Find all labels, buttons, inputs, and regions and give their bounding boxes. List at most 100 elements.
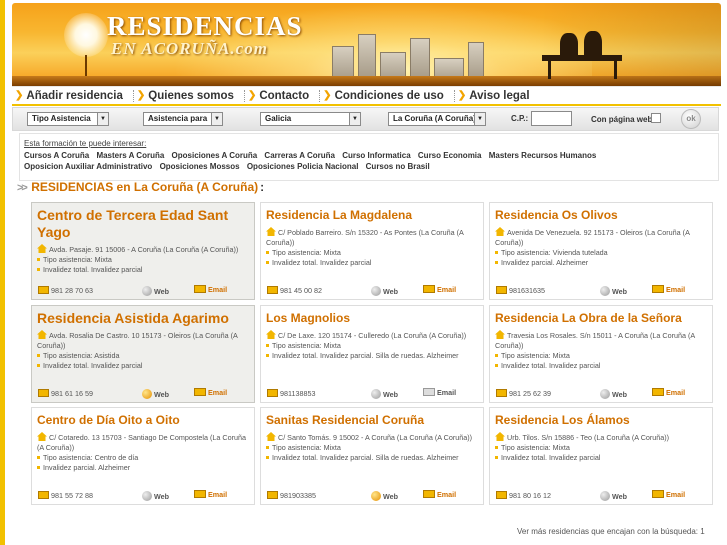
dandelion-icon: [64, 13, 108, 57]
residence-title[interactable]: Residencia Os Olivos: [495, 207, 707, 224]
formacion-title[interactable]: Esta formación te puede interesar:: [24, 139, 714, 148]
phone-icon: [38, 389, 49, 397]
residence-type: Tipo asistencia: Mixta: [266, 443, 478, 453]
email-link[interactable]: Email: [194, 388, 227, 397]
formacion-link[interactable]: Cursos no Brasil: [366, 162, 430, 171]
email-link[interactable]: Email: [652, 285, 685, 294]
web-link[interactable]: Web: [371, 491, 398, 501]
residence-type: Tipo asistencia: Mixta: [37, 255, 249, 265]
formacion-link[interactable]: Oposiciones Mossos: [160, 162, 240, 171]
arrow-icon: ❯: [457, 90, 467, 101]
formacion-link[interactable]: Oposiciones A Coruña: [172, 151, 258, 160]
more-results-text[interactable]: Ver más residencias que encajan con la b…: [517, 527, 705, 536]
globe-icon: [600, 389, 610, 399]
residence-conditions: Invalidez total. Invalidez parcial: [37, 361, 249, 371]
residence-title[interactable]: Centro de Tercera Edad Sant Yago: [37, 207, 249, 241]
residence-title[interactable]: Los Magnolios: [266, 310, 478, 327]
email-link[interactable]: Email: [423, 285, 456, 294]
house-icon: [266, 227, 276, 236]
menu-contacto[interactable]: ❯ Contacto: [245, 90, 319, 102]
web-link[interactable]: Web: [600, 491, 627, 501]
search-bar: Tipo Asistencia ▼ Asistencia para ▼ Galici…: [12, 107, 719, 131]
globe-icon: [371, 389, 381, 399]
page: RESIDENCIAS EN ACORUÑA.com ❯ Añadir resid…: [8, 0, 721, 106]
email-link[interactable]: Email: [194, 490, 227, 499]
residence-address: Urb. Tilos. S/n 15886 - Teo (La Coruña (…: [495, 432, 707, 443]
globe-icon: [600, 286, 610, 296]
residence-phone: 981 61 16 59: [38, 389, 93, 398]
formacion-link[interactable]: Oposicion Auxiliar Administrativo: [24, 162, 152, 171]
envelope-icon: [652, 388, 664, 396]
arrow-icon: ❯: [247, 90, 257, 101]
menu-anadir-residencia[interactable]: ❯ Añadir residencia: [12, 90, 133, 102]
web-link[interactable]: Web: [600, 389, 627, 399]
residence-type: Tipo asistencia: Mixta: [266, 248, 478, 258]
chevron-down-icon: ▼: [474, 113, 485, 125]
envelope-icon: [652, 285, 664, 293]
residence-title[interactable]: Sanitas Residencial Coruña: [266, 412, 478, 429]
formacion-link[interactable]: Masters A Coruña: [96, 151, 164, 160]
formacion-link[interactable]: Curso Economia: [418, 151, 482, 160]
web-link[interactable]: Web: [142, 389, 169, 399]
email-link[interactable]: Email: [652, 388, 685, 397]
residence-address: Avda. Pasaje. 91 15006 - A Coruña (La Co…: [37, 244, 249, 255]
residence-address: Avda. Rosalia De Castro. 10 15173 - Olei…: [37, 330, 238, 350]
residence-conditions: Invalidez total. Invalidez parcial. Sill…: [266, 351, 478, 361]
residence-phone: 981631635: [496, 286, 545, 295]
web-filter-label: Con página web: [591, 115, 653, 124]
residence-card: Residencia Os Olivos Avenida De Venezuel…: [489, 202, 713, 300]
menu-condiciones-de-uso[interactable]: ❯ Condiciones de uso: [320, 90, 454, 102]
house-icon: [495, 432, 505, 441]
email-link[interactable]: Email: [652, 490, 685, 499]
web-filter-checkbox[interactable]: [651, 113, 661, 123]
residence-title[interactable]: Residencia Los Álamos: [495, 412, 707, 429]
person-silhouette: [560, 33, 578, 59]
envelope-icon: [423, 388, 435, 396]
formacion-link[interactable]: Cursos A Coruña: [24, 151, 89, 160]
residence-card: Los Magnolios C/ De Laxe. 120 15174 - Cu…: [260, 305, 484, 403]
residence-title[interactable]: Centro de Día Oito a Oito: [37, 412, 249, 429]
arrow-icon: ❯: [136, 90, 146, 101]
residence-title[interactable]: Residencia La Obra de la Señora: [495, 310, 707, 327]
residence-title[interactable]: Residencia Asistida Agarimo: [37, 310, 249, 327]
web-link[interactable]: Web: [371, 389, 398, 399]
residence-phone: 981 45 00 82: [267, 286, 322, 295]
house-icon: [37, 330, 47, 339]
region-select[interactable]: Galicia ▼: [260, 112, 361, 126]
menu-quienes-somos[interactable]: ❯ Quienes somos: [134, 90, 244, 102]
email-link[interactable]: Email: [194, 285, 227, 294]
formacion-link[interactable]: Oposiciones Policia Nacional: [247, 162, 359, 171]
web-link[interactable]: Web: [142, 491, 169, 501]
residence-card: Residencia La Obra de la Señora Travesia…: [489, 305, 713, 403]
formacion-link[interactable]: Curso Informatica: [342, 151, 410, 160]
chevron-down-icon: ▼: [211, 113, 222, 125]
residence-footer: 981 28 70 63 Web Email: [38, 285, 248, 297]
asistencia-para-select[interactable]: Asistencia para ▼: [143, 112, 223, 126]
globe-icon: [142, 286, 152, 296]
residence-footer: 981 45 00 82 Web Email: [267, 285, 477, 297]
site-logo[interactable]: RESIDENCIAS EN ACORUÑA.com: [107, 13, 303, 59]
residence-type: Tipo asistencia: Mixta: [495, 443, 707, 453]
residence-card: Centro de Tercera Edad Sant Yago Avda. P…: [31, 202, 255, 300]
residence-card: Centro de Día Oito a Oito C/ Cotaredo. 1…: [31, 407, 255, 505]
residence-type: Tipo asistencia: Centro de día: [37, 453, 249, 463]
cp-input[interactable]: [531, 111, 572, 126]
formacion-link[interactable]: Carreras A Coruña: [264, 151, 335, 160]
residence-conditions: Invalidez parcial. Alzheimer: [37, 463, 249, 473]
tipo-asistencia-select[interactable]: Tipo Asistencia ▼: [27, 112, 109, 126]
formacion-link[interactable]: Masters Recursos Humanos: [489, 151, 597, 160]
residence-conditions: Invalidez total. Invalidez parcial: [495, 361, 707, 371]
web-link[interactable]: Web: [142, 286, 169, 296]
phone-icon: [38, 286, 49, 294]
email-link[interactable]: Email: [423, 490, 456, 499]
province-select[interactable]: La Coruña (A Coruña) ▼: [388, 112, 486, 126]
residence-conditions: Invalidez total. Invalidez parcial: [37, 265, 249, 275]
arrow-icon: ❯: [323, 90, 332, 101]
residence-title[interactable]: Residencia La Magdalena: [266, 207, 478, 224]
email-link[interactable]: Email: [423, 388, 456, 397]
web-link[interactable]: Web: [600, 286, 627, 296]
residence-footer: 981 25 62 39 Web Email: [496, 388, 706, 400]
web-link[interactable]: Web: [371, 286, 398, 296]
menu-aviso-legal[interactable]: ❯ Aviso legal: [455, 90, 540, 102]
ok-button[interactable]: ok: [681, 109, 701, 129]
